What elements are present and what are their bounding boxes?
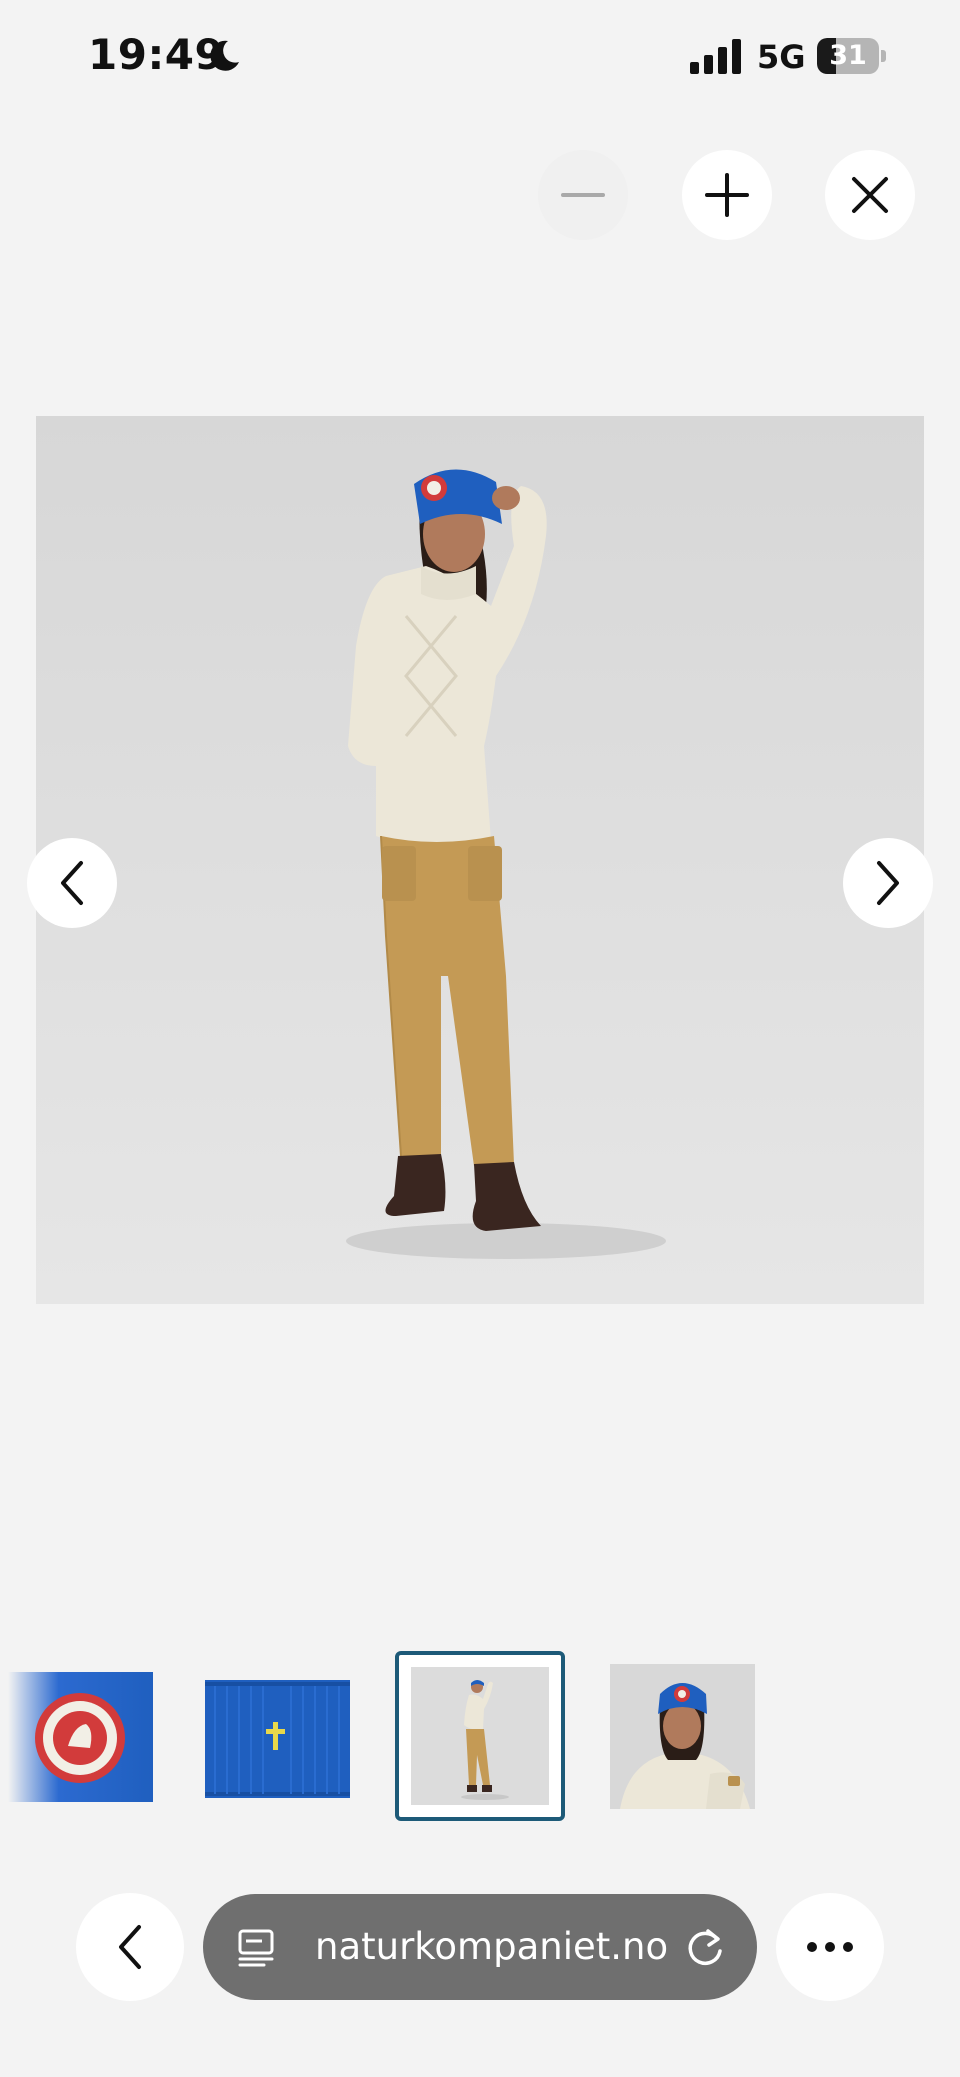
cellular-signal-icon <box>690 39 741 74</box>
moon-icon <box>210 40 239 71</box>
thumbnail-1[interactable] <box>8 1664 153 1809</box>
browser-back-button[interactable] <box>76 1893 184 2001</box>
more-options-button[interactable] <box>776 1893 884 2001</box>
reload-icon[interactable] <box>684 1927 726 1969</box>
status-time: 19:49 <box>88 30 225 79</box>
close-icon <box>852 177 888 213</box>
zoom-out-button[interactable] <box>538 150 628 240</box>
product-image[interactable] <box>36 416 924 1304</box>
headband-logo-thumbnail <box>8 1672 153 1802</box>
battery-icon: 31 <box>817 38 889 74</box>
prev-image-button[interactable] <box>27 838 117 928</box>
chevron-left-icon <box>61 861 83 905</box>
status-bar: 19:49 5G 31 <box>0 0 960 115</box>
model-portrait-thumbnail <box>610 1664 755 1809</box>
next-image-button[interactable] <box>843 838 933 928</box>
thumbnail-4[interactable] <box>610 1664 755 1809</box>
plus-icon <box>705 173 749 217</box>
chevron-left-icon <box>119 1925 141 1969</box>
zoom-in-button[interactable] <box>682 150 772 240</box>
address-bar[interactable]: naturkompaniet.no <box>203 1894 757 2000</box>
close-button[interactable] <box>825 150 915 240</box>
model-figure <box>346 469 666 1259</box>
url-text[interactable]: naturkompaniet.no <box>315 1894 668 2000</box>
more-horizontal-icon <box>807 1942 853 1952</box>
minus-icon <box>561 193 605 197</box>
thumbnail-3-selected[interactable] <box>395 1651 565 1821</box>
battery-level-label: 31 <box>829 40 867 71</box>
headband-back-thumbnail <box>205 1680 350 1798</box>
network-label: 5G <box>757 38 806 76</box>
reader-mode-icon[interactable] <box>236 1927 276 1967</box>
model-full-body-thumbnail <box>411 1667 549 1805</box>
chevron-right-icon <box>877 861 899 905</box>
thumbnail-2[interactable] <box>205 1664 350 1809</box>
